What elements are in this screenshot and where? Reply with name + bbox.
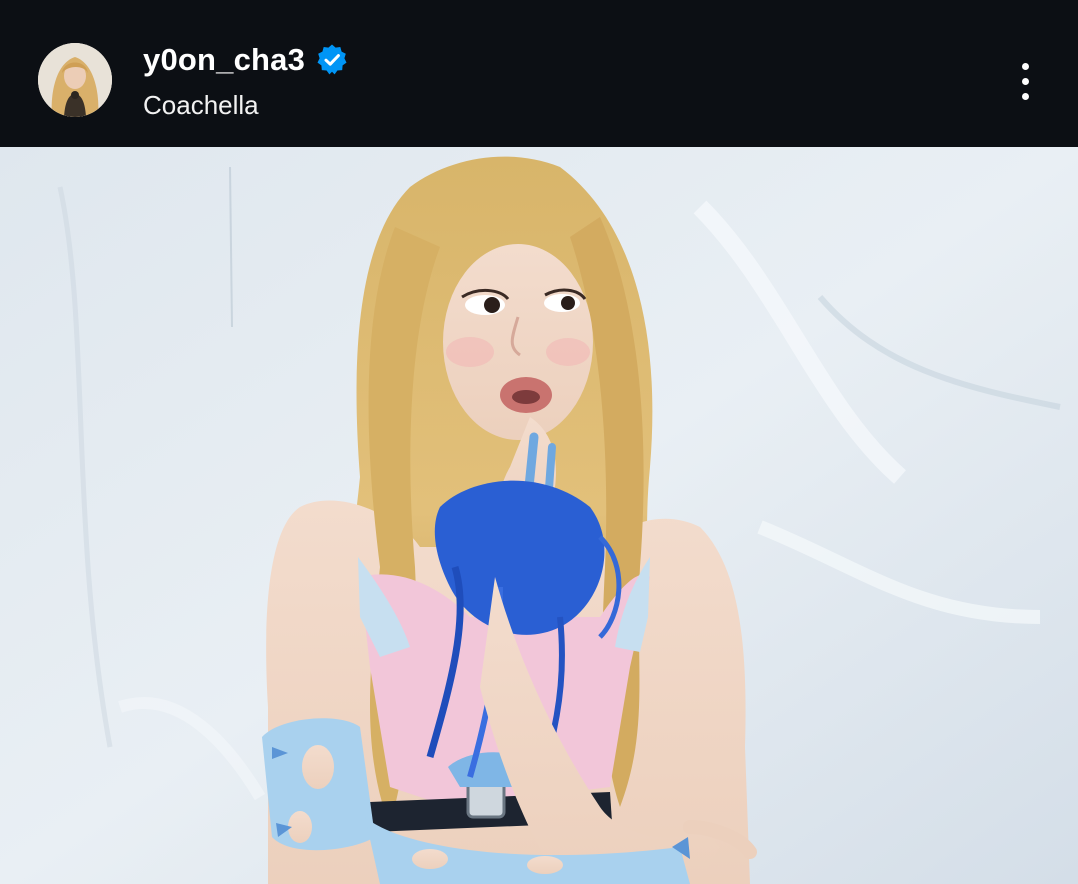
more-vertical-icon (1021, 62, 1029, 70)
more-vertical-icon-dot (1021, 77, 1029, 85)
username-row[interactable]: y0on_cha3 (143, 40, 349, 80)
instagram-post: y0on_cha3 Coachella (0, 0, 1078, 884)
username[interactable]: y0on_cha3 (143, 42, 305, 78)
verified-badge-icon (315, 43, 349, 77)
more-options-button[interactable] (1004, 56, 1046, 106)
post-header: y0on_cha3 Coachella (0, 0, 1078, 147)
more-vertical-icon-dot (1021, 92, 1029, 100)
post-photo[interactable] (0, 147, 1078, 884)
profile-avatar[interactable] (38, 43, 112, 117)
location-link[interactable]: Coachella (143, 90, 259, 121)
